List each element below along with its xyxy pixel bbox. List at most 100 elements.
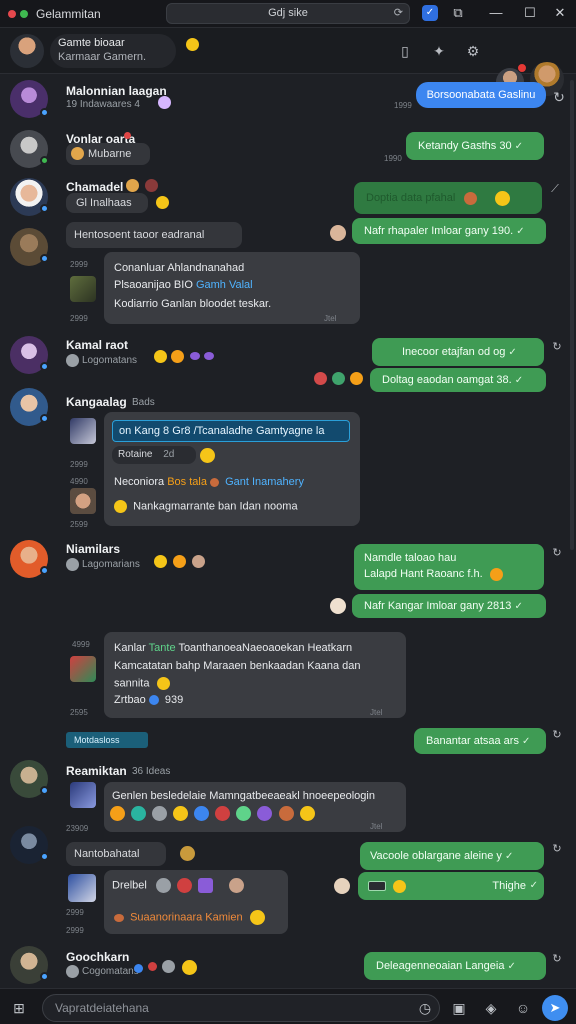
title-bar: Gelammitan Gdj sike ⟳ ✓ ⧉ — ☐ ✕: [0, 0, 576, 28]
refresh-icon[interactable]: ↻: [548, 950, 566, 968]
tag-label[interactable]: Motdasloss: [66, 732, 148, 748]
emoji-icon: [236, 806, 252, 821]
gallery-icon[interactable]: ▣: [450, 999, 468, 1017]
incoming-card-1[interactable]: Conanluar Ahlandnanahad Plsaoanijao BIO …: [104, 252, 360, 324]
outgoing-message-2[interactable]: Doptia data pfahal: [354, 182, 542, 214]
card-text: Zrtbao: [114, 694, 146, 706]
outgoing-message-blue[interactable]: Borsoonabata Gaslinu: [416, 82, 546, 108]
link-preview[interactable]: on Kang 8 Gr8 /Tcanaladhe Gamtyagne la: [112, 420, 350, 442]
emoji-icon: [171, 350, 184, 363]
message-time: 2599: [70, 520, 88, 529]
card-line: Kanlar Tante ToanthanoeaNaeoaoekan Heatk…: [114, 642, 352, 654]
card-text: sannita: [114, 677, 150, 690]
outgoing-message-4[interactable]: Inecoor etajfan od og ✓: [372, 338, 544, 366]
emoji-row: [110, 806, 318, 821]
emoji-icon: [194, 806, 210, 821]
online-indicator: [40, 414, 49, 423]
image-thumbnail[interactable]: [70, 488, 96, 514]
share-icon[interactable]: ⧉: [450, 5, 466, 21]
scrollbar[interactable]: [570, 80, 574, 550]
edit-icon[interactable]: ⟋: [546, 180, 564, 198]
image-thumbnail[interactable]: [70, 656, 96, 682]
minimize-icon[interactable]: —: [488, 5, 504, 21]
incoming-chip-2[interactable]: Nantobahatal: [66, 842, 166, 866]
status-emoji-icon: [186, 38, 199, 51]
chat-name-11[interactable]: Goochkarn: [66, 950, 129, 964]
inline-chip: Rotaine 2d: [112, 446, 196, 464]
incoming-card-5[interactable]: Drelbel Suaanorinaara Kamien: [104, 870, 288, 934]
emoji-icon: [393, 879, 407, 893]
chat-name-7[interactable]: Niamilars: [66, 542, 120, 556]
outgoing-message-11[interactable]: Deleagenneoaian Langeia ✓: [364, 952, 546, 980]
outgoing-message-3[interactable]: Nafr rhapaler Imloar gany 190. ✓: [352, 218, 546, 244]
outgoing-text-10: Thighe: [492, 880, 526, 892]
pin-icon[interactable]: ✦: [430, 42, 448, 60]
app-title: Gelammitan: [36, 7, 101, 21]
refresh-icon[interactable]: ↻: [548, 544, 566, 562]
close-window-button[interactable]: [8, 10, 16, 18]
settings-icon[interactable]: ⚙: [464, 42, 482, 60]
emoji-picker-icon[interactable]: ☺: [514, 999, 532, 1017]
emoji-icon: [152, 806, 168, 821]
call-icon[interactable]: ▯: [396, 42, 414, 60]
image-thumbnail[interactable]: [70, 782, 96, 808]
refresh-icon[interactable]: ↻: [548, 840, 566, 858]
chip-count: 2d: [163, 449, 175, 460]
chat-name-3[interactable]: Chamadel: [66, 180, 123, 194]
address-bar[interactable]: Gdj sike ⟳: [166, 3, 410, 24]
header-subtitle: Karmaar Gamern.: [58, 51, 147, 63]
image-thumbnail[interactable]: [70, 276, 96, 302]
online-indicator: [40, 254, 49, 263]
incoming-card-2[interactable]: on Kang 8 Gr8 /Tcanaladhe Gamtyagne la R…: [104, 412, 360, 526]
card-line: Kodiarrio Ganlan bloodet teskar.: [114, 298, 272, 310]
incoming-chip-1[interactable]: Hentosoent taoor eadranal: [66, 222, 242, 248]
reload-icon[interactable]: ⟳: [394, 4, 403, 23]
maximize-window-button[interactable]: [20, 10, 28, 18]
refresh-icon[interactable]: ↻: [548, 338, 566, 356]
image-thumbnail[interactable]: [68, 874, 96, 902]
card-highlight: Bos tala: [167, 476, 207, 488]
message-time: Jtel: [370, 822, 383, 831]
emoji-icon: [229, 878, 245, 893]
profile-avatar[interactable]: [10, 34, 44, 68]
chat-name-9[interactable]: Reamiktan: [66, 764, 127, 778]
incoming-card-3[interactable]: Kanlar Tante ToanthanoeaNaeoaoekan Heatk…: [104, 632, 406, 718]
close-icon[interactable]: ✕: [552, 5, 568, 21]
card-link[interactable]: Gamh Valal: [196, 279, 253, 291]
outgoing-line: Lalapd Hant Raoanc f.h.: [364, 566, 534, 582]
emoji-icon: [299, 806, 315, 821]
chat-name-6[interactable]: Kangaalag: [66, 395, 127, 409]
refresh-icon[interactable]: ↻: [548, 726, 566, 744]
online-indicator: [40, 786, 49, 795]
outgoing-text-3: Nafr rhapaler Imloar gany 190.: [364, 225, 514, 237]
clock-icon[interactable]: ◷: [416, 999, 434, 1017]
send-button[interactable]: ➤: [542, 995, 568, 1021]
emoji-icon: [495, 190, 511, 206]
emoji-icon: [200, 448, 215, 463]
outgoing-message-10[interactable]: Thighe ✓: [358, 872, 544, 900]
chat-name-5[interactable]: Kamal raot: [66, 338, 128, 352]
emoji-icon: [350, 372, 363, 385]
outgoing-message-5[interactable]: Doltag eaodan oamgat 38. ✓: [370, 368, 546, 392]
card-line: Drelbel: [112, 878, 247, 893]
sticker-icon[interactable]: ◈: [482, 999, 500, 1017]
incoming-card-4[interactable]: Genlen besledelaie Mamngatbeeaeakl hnoee…: [104, 782, 406, 832]
outgoing-message-7[interactable]: Nafr Kangar Imloar gany 2813 ✓: [352, 594, 546, 618]
chat-name-1[interactable]: Malonnian laagan: [66, 84, 167, 98]
message-input[interactable]: Vapratdeiatehana: [42, 994, 440, 1022]
card-link[interactable]: Gant Inamahery: [225, 476, 304, 488]
card-line: Kamcatatan bahp Maraaen benkaadan Kaana …: [114, 660, 361, 672]
image-thumbnail[interactable]: [70, 418, 96, 444]
outgoing-message-6[interactable]: Namdle taloao hau Lalapd Hant Raoanc f.h…: [354, 544, 544, 590]
emoji-icon: [126, 179, 139, 192]
outgoing-message-1[interactable]: Ketandy Gasths 30 ✓: [406, 132, 544, 160]
extension-icon[interactable]: ✓: [422, 5, 438, 21]
chat-preview-chip-2: Mubarne: [66, 143, 150, 165]
sender-avatar: [330, 598, 346, 614]
maximize-icon[interactable]: ☐: [522, 5, 538, 21]
outgoing-message-8[interactable]: Banantar atsaa ars ✓: [414, 728, 546, 754]
more-icon[interactable]: ↻: [550, 88, 568, 106]
address-text: Gdj sike: [268, 7, 308, 19]
attach-icon[interactable]: ⊞: [10, 999, 28, 1017]
outgoing-message-9[interactable]: Vacoole oblargane aleine y ✓: [360, 842, 544, 870]
